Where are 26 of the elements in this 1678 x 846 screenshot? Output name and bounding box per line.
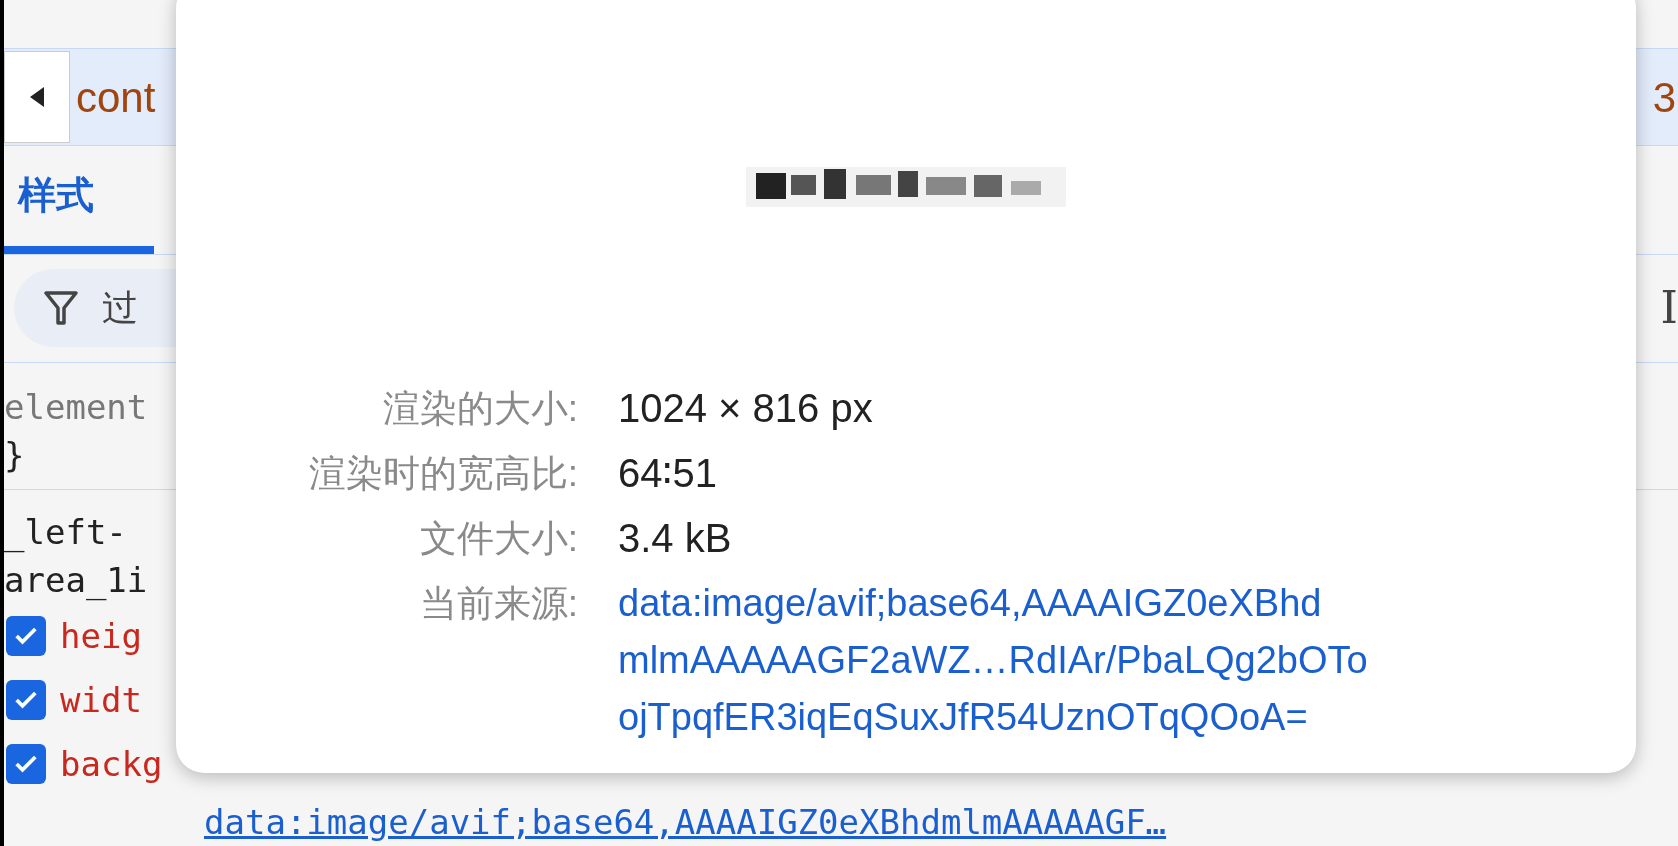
info-label: 文件大小: [418,517,578,561]
collapse-button[interactable] [4,51,70,144]
left-triangle-icon [30,87,44,108]
code-text: area_1i [4,560,148,600]
code-text: element [4,387,148,427]
info-value: 1024 × 816 px [618,385,874,432]
code-text: _left- [4,512,127,552]
tab[interactable]: 样式 [4,166,154,254]
info-value: 3.4 kB [618,515,733,562]
info-label: 渲染时的宽高比: [307,452,578,496]
checkbox[interactable] [6,744,46,784]
info-label: 渲染的大小: [381,387,578,431]
property-name: widt [60,679,142,722]
code-text: } [4,435,25,475]
filter-icon [44,290,78,327]
info-label: 当前来源: [418,582,578,626]
truncated-text: 3 [1652,72,1676,123]
url-link[interactable]: data:image/avif;base64,AAAAIGZ0eXBhdmlmAAAAAGF… [204,798,1678,846]
source-link[interactable]: data:image/avif;base64,AAAAIGZ0eXBhd mlmAAAAAGF2aWZ…RdIAr/PbaLQg2bOTo ojTpqfER3iqEqSuxJfR54UznOTqQOoA= [618,575,1636,746]
property-name: backg [60,743,163,786]
truncated-text: I [1660,281,1678,336]
property-name: heig [60,615,142,658]
checkbox[interactable] [6,680,46,720]
checkbox[interactable] [6,616,46,656]
element-tag-text: cont [76,72,156,123]
info-value: 64∶51 [618,450,718,497]
